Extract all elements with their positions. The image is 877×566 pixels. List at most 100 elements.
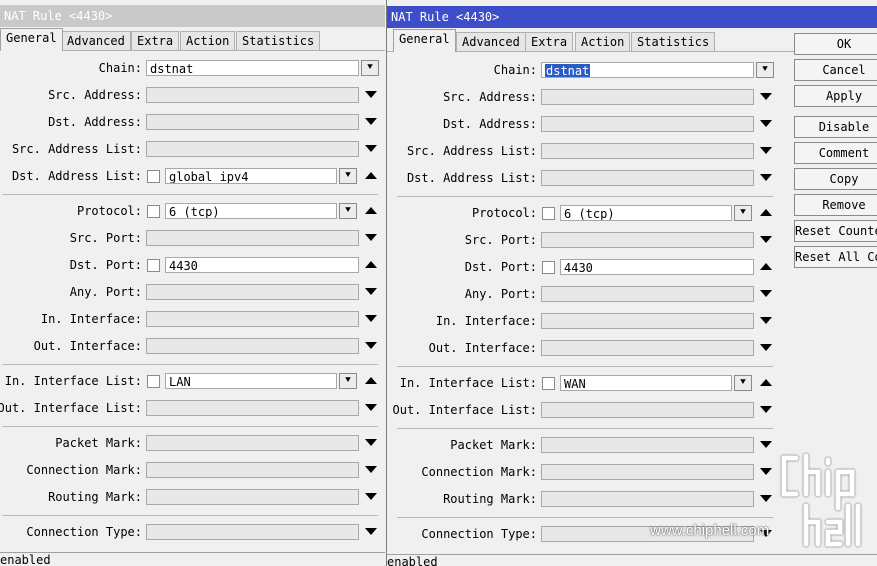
routing-mark-field[interactable] <box>146 489 359 505</box>
expand-down-icon[interactable] <box>365 342 377 349</box>
apply-button[interactable]: Apply <box>794 85 877 107</box>
out-interface-field[interactable] <box>146 338 359 354</box>
packet-mark-field[interactable] <box>146 435 359 451</box>
expand-down-icon[interactable] <box>365 234 377 241</box>
copy-button[interactable]: Copy <box>794 168 877 190</box>
chiphell-logo-icon <box>778 452 868 555</box>
expand-down-icon[interactable] <box>760 468 772 475</box>
tab-action[interactable]: Action <box>180 31 236 50</box>
tab-general[interactable]: General <box>0 28 63 51</box>
disable-button[interactable]: Disable <box>794 116 877 138</box>
ok-button[interactable]: OK <box>794 33 877 55</box>
expand-down-icon[interactable] <box>760 317 772 324</box>
protocol-dropdown-icon[interactable]: ⯆ <box>734 205 752 221</box>
expand-down-icon[interactable] <box>365 118 377 125</box>
expand-down-icon[interactable] <box>365 91 377 98</box>
out-interface-field[interactable] <box>541 340 754 356</box>
expand-down-icon[interactable] <box>365 288 377 295</box>
in-interface-field[interactable] <box>541 313 754 329</box>
not-checkbox[interactable] <box>147 375 160 388</box>
dst-address-list-field[interactable]: global_ipv4 <box>165 168 337 184</box>
expand-down-icon[interactable] <box>760 495 772 502</box>
expand-down-icon[interactable] <box>760 174 772 181</box>
collapse-up-icon[interactable] <box>760 379 772 386</box>
tab-advanced[interactable]: Advanced <box>456 32 526 51</box>
packet-mark-field[interactable] <box>541 437 754 453</box>
cancel-button[interactable]: Cancel <box>794 59 877 81</box>
any-port-field[interactable] <box>146 284 359 300</box>
in-interface-list-dropdown-icon[interactable]: ⯆ <box>734 375 752 391</box>
not-checkbox[interactable] <box>542 207 555 220</box>
dst-port-field[interactable]: 4430 <box>165 257 359 273</box>
expand-down-icon[interactable] <box>760 147 772 154</box>
tab-general[interactable]: General <box>393 29 456 52</box>
expand-down-icon[interactable] <box>365 404 377 411</box>
connection-mark-field[interactable] <box>146 462 359 478</box>
comment-button[interactable]: Comment <box>794 142 877 164</box>
any-port-field[interactable] <box>541 286 754 302</box>
tab-extra[interactable]: Extra <box>525 32 574 51</box>
expand-down-icon[interactable] <box>760 93 772 100</box>
dst-address-field[interactable] <box>146 114 359 130</box>
in-interface-list-dropdown-icon[interactable]: ⯆ <box>339 373 357 389</box>
collapse-up-icon[interactable] <box>365 377 377 384</box>
connection-type-field[interactable] <box>146 524 359 540</box>
expand-down-icon[interactable] <box>760 344 772 351</box>
expand-down-icon[interactable] <box>365 493 377 500</box>
dst-address-field[interactable] <box>541 116 754 132</box>
tab-extra[interactable]: Extra <box>131 31 180 50</box>
in-interface-field[interactable] <box>146 311 359 327</box>
tab-statistics[interactable]: Statistics <box>631 32 716 51</box>
expand-down-icon[interactable] <box>760 441 772 448</box>
expand-down-icon[interactable] <box>365 145 377 152</box>
expand-down-icon[interactable] <box>760 290 772 297</box>
chain-field[interactable]: dstnat <box>541 62 754 78</box>
tab-advanced[interactable]: Advanced <box>61 31 131 50</box>
reset-all-counters-button[interactable]: Reset All Counters <box>794 246 877 268</box>
not-checkbox[interactable] <box>542 377 555 390</box>
src-address-list-field[interactable] <box>146 141 359 157</box>
in-interface-list-field[interactable]: LAN <box>165 373 337 389</box>
src-port-field[interactable] <box>146 230 359 246</box>
src-port-field[interactable] <box>541 232 754 248</box>
out-interface-list-field[interactable] <box>146 400 359 416</box>
routing-mark-field[interactable] <box>541 491 754 507</box>
protocol-field[interactable]: 6 (tcp) <box>560 205 732 221</box>
in-interface-list-field[interactable]: WAN <box>560 375 732 391</box>
out-interface-list-field[interactable] <box>541 402 754 418</box>
expand-down-icon[interactable] <box>760 120 772 127</box>
remove-button[interactable]: Remove <box>794 194 877 216</box>
collapse-up-icon[interactable] <box>760 209 772 216</box>
collapse-up-icon[interactable] <box>365 207 377 214</box>
expand-down-icon[interactable] <box>760 236 772 243</box>
window-title-right[interactable]: NAT Rule <4430> <box>387 6 877 28</box>
window-title-left[interactable]: NAT Rule <4430> <box>0 5 385 27</box>
collapse-up-icon[interactable] <box>365 172 377 179</box>
chain-dropdown-icon[interactable]: ⯆ <box>361 60 379 76</box>
not-checkbox[interactable] <box>542 261 555 274</box>
src-address-field[interactable] <box>541 89 754 105</box>
not-checkbox[interactable] <box>147 205 160 218</box>
expand-down-icon[interactable] <box>365 466 377 473</box>
src-address-field[interactable] <box>146 87 359 103</box>
connection-mark-field[interactable] <box>541 464 754 480</box>
collapse-up-icon[interactable] <box>760 263 772 270</box>
expand-down-icon[interactable] <box>365 439 377 446</box>
protocol-dropdown-icon[interactable]: ⯆ <box>339 203 357 219</box>
expand-down-icon[interactable] <box>365 528 377 535</box>
chain-dropdown-icon[interactable]: ⯆ <box>756 62 774 78</box>
tab-action[interactable]: Action <box>575 32 631 51</box>
expand-down-icon[interactable] <box>365 315 377 322</box>
src-address-list-field[interactable] <box>541 143 754 159</box>
chain-field[interactable]: dstnat <box>146 60 359 76</box>
not-checkbox[interactable] <box>147 170 160 183</box>
dst-address-list-field[interactable] <box>541 170 754 186</box>
dst-address-list-dropdown-icon[interactable]: ⯆ <box>339 168 357 184</box>
tab-statistics[interactable]: Statistics <box>236 31 321 50</box>
reset-counters-button[interactable]: Reset Counters <box>794 220 877 242</box>
dst-port-field[interactable]: 4430 <box>560 259 754 275</box>
protocol-field[interactable]: 6 (tcp) <box>165 203 337 219</box>
not-checkbox[interactable] <box>147 259 160 272</box>
collapse-up-icon[interactable] <box>365 261 377 268</box>
expand-down-icon[interactable] <box>760 406 772 413</box>
